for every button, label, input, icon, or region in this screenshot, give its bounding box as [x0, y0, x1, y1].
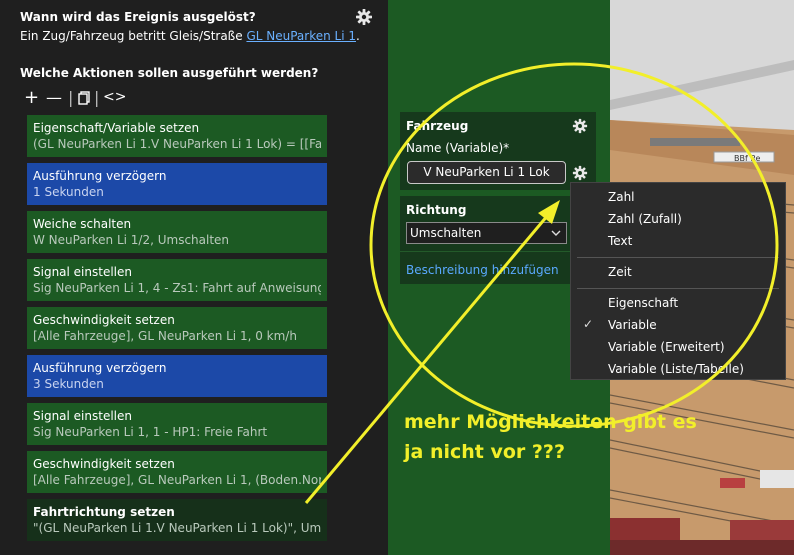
- annotation-text-line1: mehr Möglichkeiten gibt es: [404, 411, 697, 433]
- highlight-circle: [369, 62, 779, 428]
- annotation-text-line2: ja nicht vor ???: [404, 441, 565, 463]
- annotation-overlay: [304, 62, 779, 504]
- arrow-head-icon: [538, 200, 560, 224]
